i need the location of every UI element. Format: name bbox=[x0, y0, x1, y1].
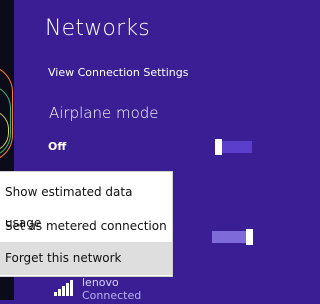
view-connection-settings-link[interactable]: View Connection Settings bbox=[48, 66, 188, 79]
airplane-mode-state: Off bbox=[48, 140, 67, 153]
menu-item-set-as-metered-connection[interactable]: Set as metered connection bbox=[0, 211, 172, 242]
toggle-knob bbox=[246, 229, 253, 245]
toggle-track bbox=[222, 141, 252, 153]
airplane-mode-toggle[interactable] bbox=[212, 139, 252, 155]
panel-title: Networks bbox=[45, 16, 150, 41]
menu-item-forget-this-network[interactable]: Forget this network bbox=[0, 242, 172, 275]
menu-item-show-estimated-data-usage[interactable]: Show estimated data usage bbox=[0, 177, 172, 230]
network-status: Connected bbox=[82, 289, 142, 302]
airplane-mode-label: Airplane mode bbox=[49, 104, 159, 122]
wifi-signal-icon bbox=[54, 280, 76, 296]
context-menu: Show estimated data usage Set as metered… bbox=[0, 171, 173, 277]
toggle-track bbox=[212, 231, 246, 243]
toggle-knob bbox=[215, 139, 222, 155]
network-name: lenovo bbox=[82, 276, 119, 289]
wifi-toggle[interactable] bbox=[212, 229, 253, 245]
